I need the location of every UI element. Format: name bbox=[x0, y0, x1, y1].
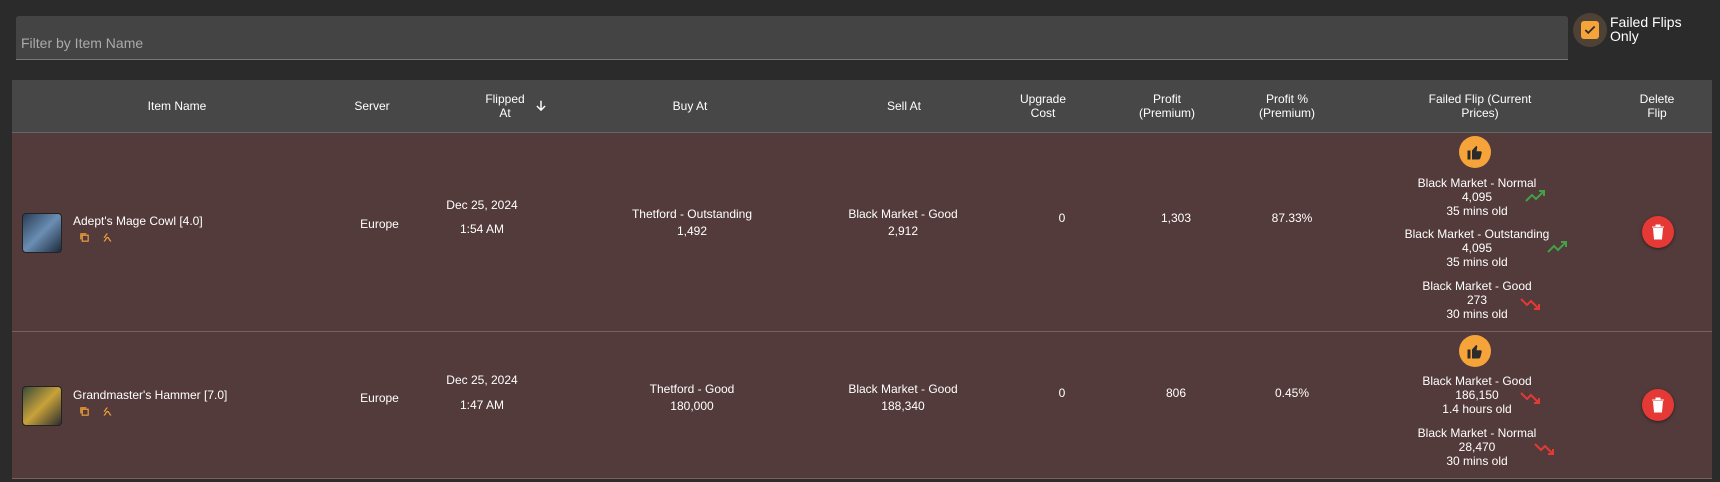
item-thumbnail bbox=[22, 386, 62, 426]
col-item-name[interactable]: Item Name bbox=[12, 80, 342, 132]
delete-flip-button[interactable] bbox=[1642, 389, 1674, 421]
price-market: Black Market - Outstanding bbox=[1404, 227, 1550, 241]
failed-flips-checkbox[interactable] bbox=[1581, 21, 1599, 39]
checkbox-halo[interactable] bbox=[1573, 13, 1607, 47]
trending-down-icon bbox=[1520, 297, 1542, 314]
filter-field[interactable] bbox=[16, 16, 1568, 60]
price-market: Black Market - Normal bbox=[1417, 176, 1537, 190]
col-sell-at[interactable]: Sell At bbox=[804, 80, 1004, 132]
sell-location: Black Market - Good bbox=[848, 207, 958, 221]
profit-pct-value: 87.33% bbox=[1271, 211, 1313, 225]
buy-location: Thetford - Good bbox=[649, 382, 735, 396]
item-name: Adept's Mage Cowl [4.0] bbox=[73, 214, 203, 228]
copy-icon[interactable] bbox=[79, 232, 90, 246]
trash-icon bbox=[1652, 224, 1664, 240]
price-value: 28,470 bbox=[1458, 440, 1496, 454]
link-icon[interactable] bbox=[102, 406, 113, 420]
thumbs-up-icon[interactable] bbox=[1459, 335, 1491, 367]
server-cell: Europe bbox=[360, 217, 399, 231]
flipped-time: 1:47 AM bbox=[459, 398, 505, 412]
flips-table: Item Name Server Flipped At Buy At Sell … bbox=[12, 80, 1712, 479]
link-icon[interactable] bbox=[102, 232, 113, 246]
item-thumbnail bbox=[22, 213, 62, 253]
col-buy-at[interactable]: Buy At bbox=[590, 80, 790, 132]
price-entry: Black Market - Normal 28,470 30 mins old bbox=[1402, 426, 1552, 468]
sell-price: 2,912 bbox=[887, 224, 919, 238]
table-row: Grandmaster's Hammer [7.0] Europe Dec 25… bbox=[12, 332, 1712, 479]
col-server[interactable]: Server bbox=[342, 80, 402, 132]
upgrade-cost: 0 bbox=[1058, 386, 1066, 400]
price-value: 4,095 bbox=[1461, 241, 1493, 255]
profit-value: 806 bbox=[1165, 386, 1187, 400]
server-cell: Europe bbox=[360, 391, 399, 405]
sort-arrow-down-icon[interactable] bbox=[534, 99, 548, 113]
profit-pct-value: 0.45% bbox=[1274, 386, 1310, 400]
flipped-time: 1:54 AM bbox=[459, 222, 505, 236]
col-flipped-at[interactable]: Flipped At bbox=[480, 80, 530, 132]
filter-input[interactable] bbox=[16, 16, 1568, 59]
col-failed-flip[interactable]: Failed Flip (Current Prices) bbox=[1410, 80, 1550, 132]
failed-flips-label: Failed Flips Only bbox=[1610, 14, 1682, 44]
trending-up-icon bbox=[1525, 189, 1547, 206]
col-upgrade-cost[interactable]: Upgrade Cost bbox=[1018, 80, 1068, 132]
check-icon bbox=[1584, 25, 1596, 35]
upgrade-cost: 0 bbox=[1058, 211, 1066, 225]
table-row: Adept's Mage Cowl [4.0] Europe Dec 25, 2… bbox=[12, 133, 1712, 332]
col-delete: Delete Flip bbox=[1639, 92, 1675, 120]
sell-location: Black Market - Good bbox=[848, 382, 958, 396]
price-market: Black Market - Good bbox=[1422, 279, 1532, 293]
price-market: Black Market - Good bbox=[1422, 374, 1532, 388]
price-age: 30 mins old bbox=[1446, 454, 1508, 468]
price-age: 35 mins old bbox=[1446, 204, 1508, 218]
price-market: Black Market - Normal bbox=[1417, 426, 1537, 440]
price-age: 35 mins old bbox=[1446, 255, 1508, 269]
delete-flip-button[interactable] bbox=[1642, 216, 1674, 248]
buy-location: Thetford - Outstanding bbox=[631, 207, 753, 221]
flipped-date: Dec 25, 2024 bbox=[446, 198, 518, 212]
flipped-date: Dec 25, 2024 bbox=[446, 373, 518, 387]
price-entry: Black Market - Outstanding 4,095 35 mins… bbox=[1387, 227, 1567, 269]
failed-flips-toggle[interactable]: Failed Flips Only bbox=[1573, 13, 1690, 47]
thumbs-up-icon[interactable] bbox=[1459, 136, 1491, 168]
trending-down-icon bbox=[1520, 391, 1542, 408]
buy-price: 180,000 bbox=[670, 399, 714, 413]
col-profit-pct[interactable]: Profit % (Premium) bbox=[1247, 80, 1327, 132]
item-name: Grandmaster's Hammer [7.0] bbox=[73, 388, 228, 402]
copy-icon[interactable] bbox=[79, 406, 90, 420]
sell-price: 188,340 bbox=[881, 399, 925, 413]
trending-down-icon bbox=[1534, 442, 1556, 459]
trash-icon bbox=[1652, 397, 1664, 413]
col-profit[interactable]: Profit (Premium) bbox=[1132, 80, 1202, 132]
profit-value: 1,303 bbox=[1160, 211, 1192, 225]
buy-price: 1,492 bbox=[676, 224, 708, 238]
table-header: Item Name Server Flipped At Buy At Sell … bbox=[12, 80, 1712, 133]
trending-up-icon bbox=[1547, 240, 1569, 257]
